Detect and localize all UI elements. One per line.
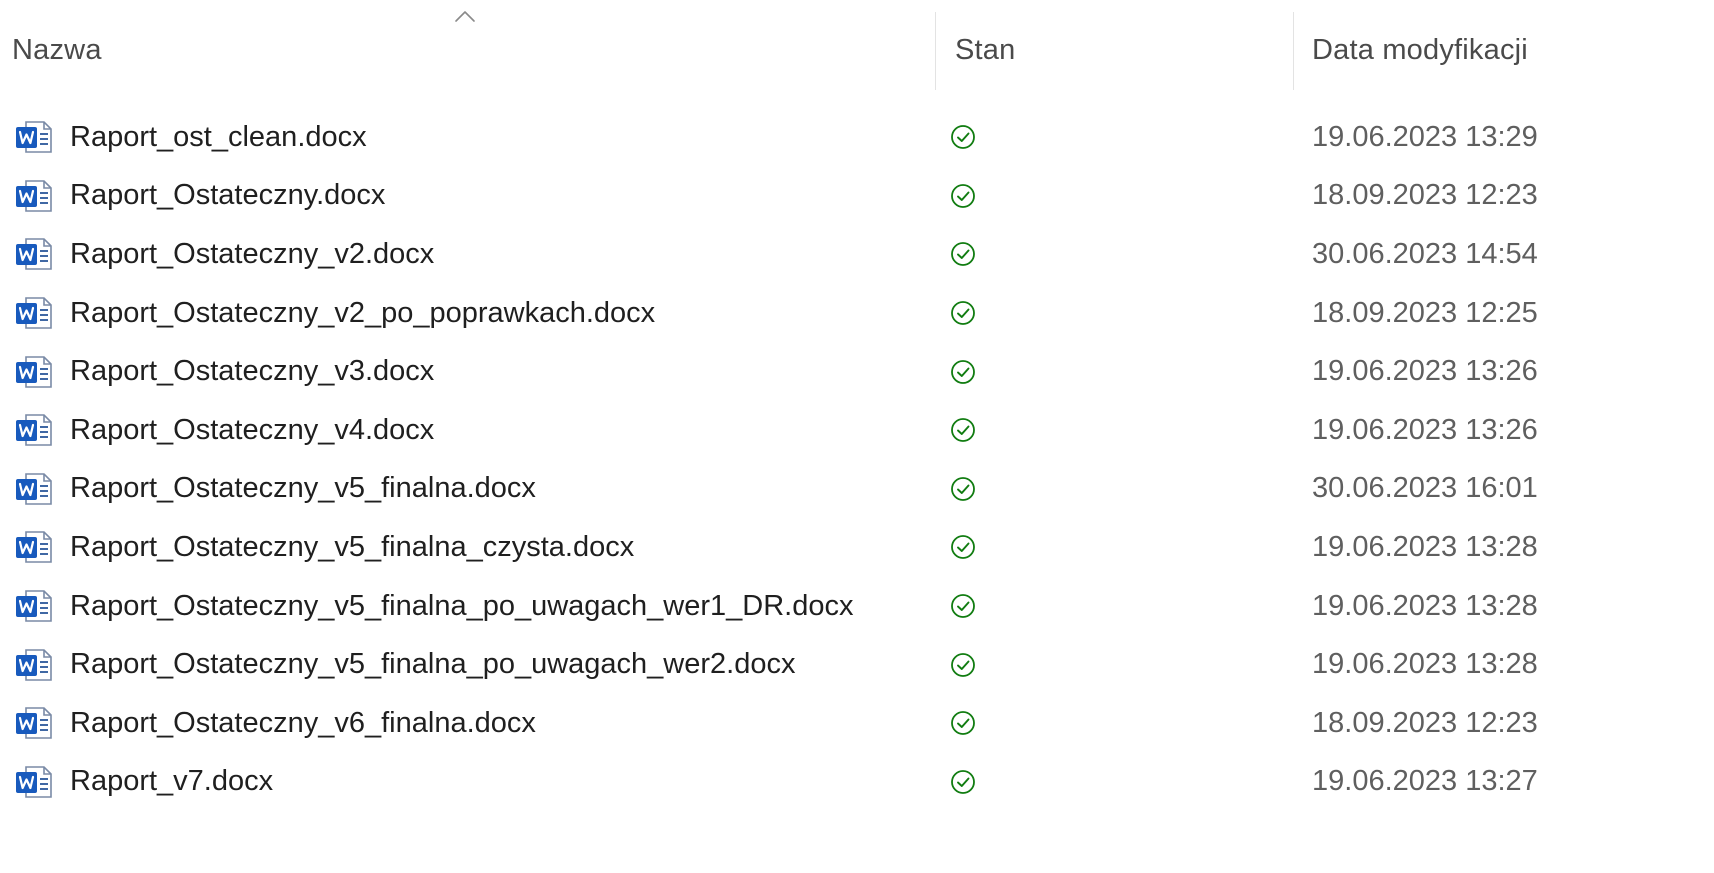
file-name[interactable]: Raport_Ostateczny_v3.docx — [70, 355, 434, 388]
file-row[interactable]: Raport_Ostateczny.docx 18.09.2023 12:23 — [0, 167, 1714, 226]
word-document-icon — [16, 121, 52, 154]
file-status-cell — [950, 225, 976, 284]
word-document-icon — [16, 590, 52, 622]
word-document-icon — [16, 414, 52, 447]
file-row[interactable]: Raport_Ostateczny_v4.docx 19.06.2023 13:… — [0, 401, 1714, 460]
column-header-name[interactable]: Nazwa — [12, 0, 922, 100]
synced-check-icon — [951, 711, 975, 736]
synced-check-icon — [951, 652, 975, 677]
file-date-modified: 18.09.2023 12:23 — [1312, 706, 1538, 739]
file-date-modified: 18.09.2023 12:23 — [1312, 179, 1538, 212]
synced-check-icon — [951, 769, 975, 794]
file-explorer-list: Nazwa Stan Data modyfikacji Raport_ost_c… — [0, 0, 1714, 873]
file-status-cell — [950, 635, 976, 694]
word-document-icon — [16, 766, 52, 798]
file-row[interactable]: Raport_Ostateczny_v2.docx 30.06.2023 14:… — [0, 225, 1714, 284]
column-header-date-modified-label: Data modyfikacji — [1312, 33, 1528, 66]
file-date-modified: 30.06.2023 14:54 — [1312, 237, 1538, 270]
file-row[interactable]: Raport_Ostateczny_v3.docx 19.06.2023 13:… — [0, 342, 1714, 401]
file-name-cell: Raport_ost_clean.docx — [14, 108, 367, 167]
file-status-cell — [950, 460, 976, 519]
word-document-icon — [16, 297, 52, 329]
word-document-icon — [16, 355, 52, 388]
file-name-cell: Raport_Ostateczny_v6_finalna.docx — [14, 694, 536, 753]
file-row[interactable]: Raport_Ostateczny_v5_finalna_po_uwagach_… — [0, 635, 1714, 694]
file-status-cell — [950, 108, 976, 167]
file-name-cell: Raport_Ostateczny_v5_finalna_po_uwagach_… — [14, 635, 795, 694]
file-row[interactable]: Raport_Ostateczny_v5_finalna.docx 30.06.… — [0, 460, 1714, 519]
file-name-cell: Raport_Ostateczny_v4.docx — [14, 401, 434, 460]
file-name[interactable]: Raport_Ostateczny_v2.docx — [70, 238, 434, 271]
file-name[interactable]: Raport_v7.docx — [70, 765, 273, 798]
file-status-cell — [950, 167, 976, 226]
column-header-date-modified[interactable]: Data modyfikacji — [1312, 0, 1712, 100]
file-name[interactable]: Raport_Ostateczny_v6_finalna.docx — [70, 707, 536, 740]
file-row[interactable]: Raport_Ostateczny_v6_finalna.docx 18.09.… — [0, 694, 1714, 753]
file-name[interactable]: Raport_Ostateczny.docx — [70, 179, 385, 212]
file-name[interactable]: Raport_ost_clean.docx — [70, 121, 367, 154]
file-name-cell: Raport_Ostateczny_v5_finalna.docx — [14, 460, 536, 519]
file-status-cell — [950, 577, 976, 636]
file-name-cell: Raport_Ostateczny_v5_finalna_po_uwagach_… — [14, 577, 853, 636]
file-status-cell — [950, 753, 976, 812]
synced-check-icon — [951, 418, 975, 443]
synced-check-icon — [951, 242, 975, 267]
synced-check-icon — [951, 359, 975, 384]
file-date-modified: 30.06.2023 16:01 — [1312, 472, 1538, 505]
file-row[interactable]: Raport_v7.docx 19.06.2023 13:27 — [0, 753, 1714, 812]
word-document-icon — [16, 707, 52, 740]
synced-check-icon — [951, 301, 975, 325]
column-divider[interactable] — [935, 12, 936, 90]
column-header-row: Nazwa Stan Data modyfikacji — [0, 0, 1714, 100]
synced-check-icon — [951, 476, 975, 501]
word-document-icon — [16, 531, 52, 564]
file-status-cell — [950, 694, 976, 753]
file-name[interactable]: Raport_Ostateczny_v5_finalna_po_uwagach_… — [70, 590, 853, 623]
synced-check-icon — [951, 535, 975, 560]
file-status-cell — [950, 518, 976, 577]
file-list: Raport_ost_clean.docx 19.06.2023 13:29 R… — [0, 108, 1714, 811]
file-name[interactable]: Raport_Ostateczny_v5_finalna_czysta.docx — [70, 531, 634, 564]
file-date-modified: 19.06.2023 13:26 — [1312, 413, 1538, 446]
column-divider[interactable] — [1293, 12, 1294, 90]
file-date-modified: 19.06.2023 13:28 — [1312, 589, 1538, 622]
file-row[interactable]: Raport_Ostateczny_v2_po_poprawkach.docx … — [0, 284, 1714, 343]
file-date-modified: 19.06.2023 13:27 — [1312, 765, 1538, 798]
file-name-cell: Raport_Ostateczny_v3.docx — [14, 342, 434, 401]
file-date-modified: 19.06.2023 13:28 — [1312, 648, 1538, 681]
synced-check-icon — [951, 125, 975, 150]
file-name-cell: Raport_Ostateczny.docx — [14, 167, 385, 226]
column-header-status[interactable]: Stan — [955, 0, 1275, 100]
file-name-cell: Raport_Ostateczny_v2.docx — [14, 225, 434, 284]
file-name[interactable]: Raport_Ostateczny_v2_po_poprawkach.docx — [70, 297, 655, 330]
synced-check-icon — [951, 183, 975, 208]
word-document-icon — [16, 648, 52, 681]
file-date-modified: 18.09.2023 12:25 — [1312, 296, 1538, 329]
file-row[interactable]: Raport_Ostateczny_v5_finalna_po_uwagach_… — [0, 577, 1714, 636]
file-date-modified: 19.06.2023 13:28 — [1312, 530, 1538, 563]
file-date-modified: 19.06.2023 13:26 — [1312, 355, 1538, 388]
file-row[interactable]: Raport_Ostateczny_v5_finalna_czysta.docx… — [0, 518, 1714, 577]
column-header-status-label: Stan — [955, 33, 1016, 66]
file-name-cell: Raport_Ostateczny_v5_finalna_czysta.docx — [14, 518, 634, 577]
column-header-name-label: Nazwa — [12, 33, 102, 66]
file-status-cell — [950, 401, 976, 460]
file-date-modified: 19.06.2023 13:29 — [1312, 120, 1538, 153]
file-name-cell: Raport_Ostateczny_v2_po_poprawkach.docx — [14, 284, 655, 343]
file-name[interactable]: Raport_Ostateczny_v4.docx — [70, 414, 434, 447]
word-document-icon — [16, 180, 52, 212]
file-name[interactable]: Raport_Ostateczny_v5_finalna_po_uwagach_… — [70, 648, 795, 681]
word-document-icon — [16, 238, 52, 271]
file-status-cell — [950, 342, 976, 401]
file-name-cell: Raport_v7.docx — [14, 753, 273, 812]
file-name[interactable]: Raport_Ostateczny_v5_finalna.docx — [70, 472, 536, 505]
word-document-icon — [16, 473, 52, 505]
file-row[interactable]: Raport_ost_clean.docx 19.06.2023 13:29 — [0, 108, 1714, 167]
file-status-cell — [950, 284, 976, 343]
synced-check-icon — [951, 594, 975, 618]
